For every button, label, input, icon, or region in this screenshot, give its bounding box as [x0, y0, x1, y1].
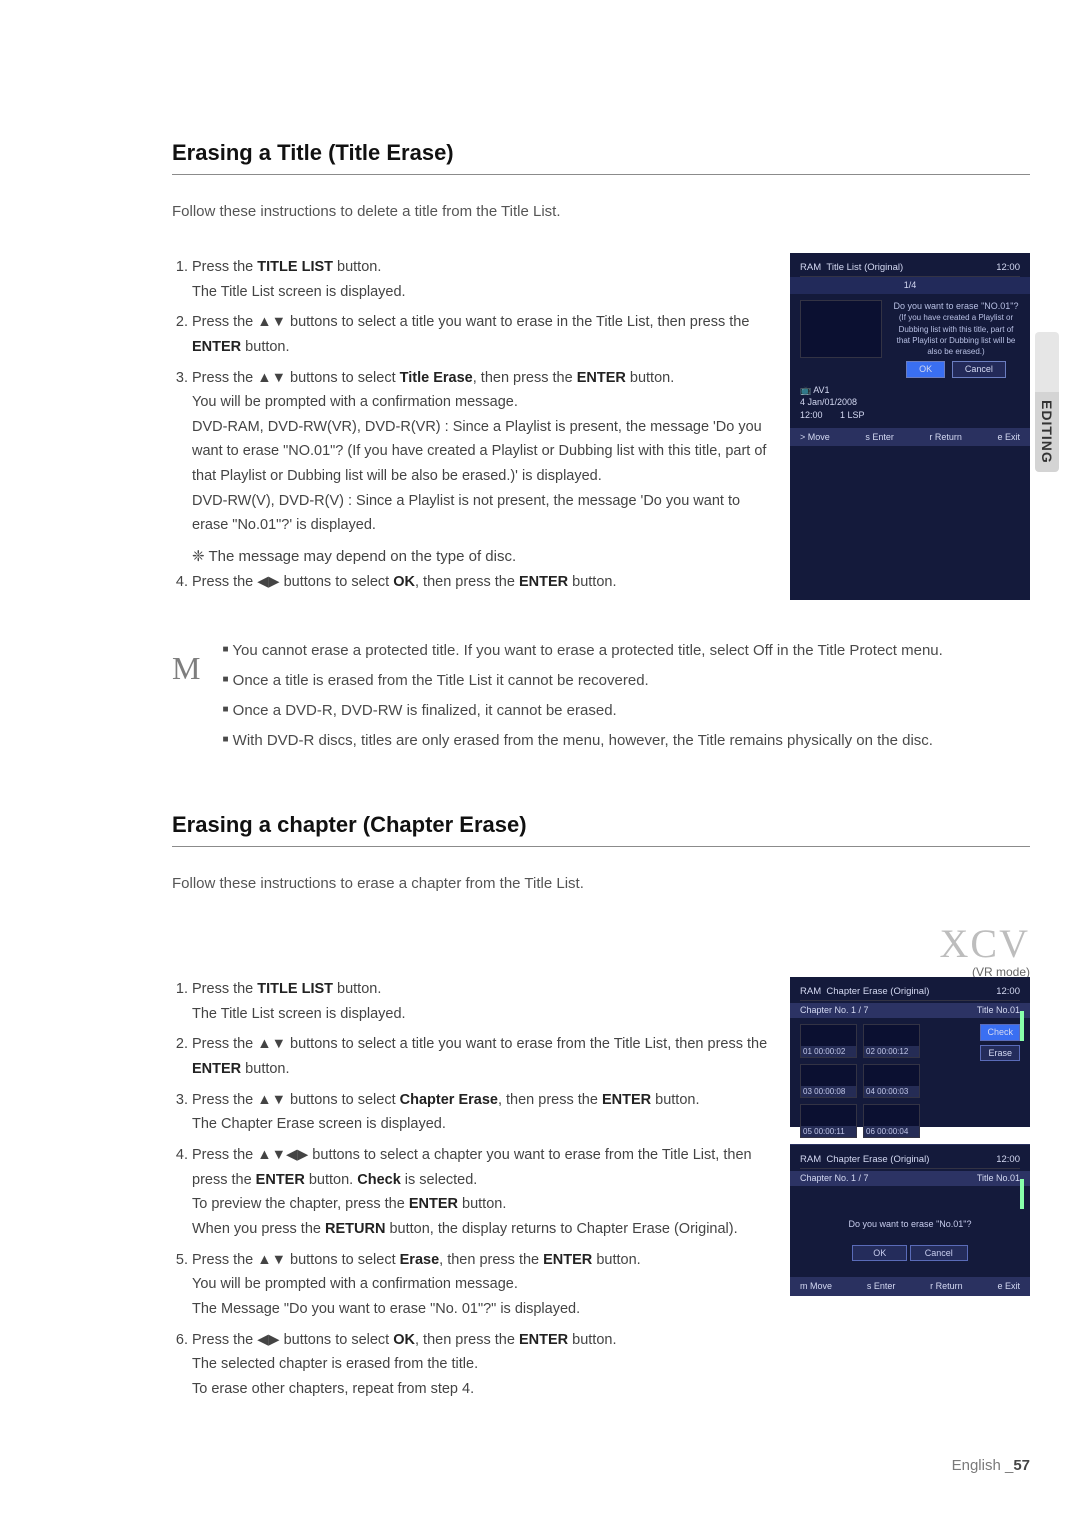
warning-notes: M ■ You cannot erase a protected title. …: [172, 636, 1030, 756]
step-1: Press the TITLE LIST button. The Title L…: [192, 255, 774, 304]
section2-steps: Press the TITLE LIST button. The Title L…: [172, 977, 774, 1407]
erase-button[interactable]: Erase: [980, 1045, 1020, 1062]
cancel-button[interactable]: Cancel: [952, 361, 1006, 378]
page-footer: English _57: [172, 1457, 1030, 1474]
ok-button[interactable]: OK: [852, 1245, 907, 1262]
chapter-erase-screenshot-b: RAM Chapter Erase (Original) 12:00 Chapt…: [790, 1145, 1030, 1295]
confirm-question: Do you want to erase "No.01"?: [800, 1218, 1020, 1231]
step-2: Press the ▲▼ buttons to select a title y…: [192, 310, 774, 359]
chapter-cell[interactable]: 01 00:00:02: [800, 1024, 857, 1058]
note-icon: M: [172, 636, 200, 756]
step-6: Press the ◀▶ buttons to select OK, then …: [192, 1328, 774, 1402]
thumbnail: [800, 300, 882, 358]
disc-badges-2: XCV: [172, 920, 1030, 967]
section2-intro: Follow these instructions to erase a cha…: [172, 875, 1030, 892]
chapter-cell[interactable]: 05 00:00:11: [800, 1104, 857, 1138]
nav-hints: > Move s Enter r Return e Exit: [790, 428, 1030, 447]
section1-title: Erasing a Title (Title Erase): [172, 140, 1030, 166]
ok-button[interactable]: OK: [906, 361, 945, 378]
title-erase-screenshot: RAM Title List (Original) 12:00 1/4 Do y…: [790, 253, 1030, 600]
section1-intro: Follow these instructions to delete a ti…: [172, 203, 1030, 220]
title-count: 1/4: [790, 277, 1030, 294]
chapter-cell[interactable]: 04 00:00:03: [863, 1064, 920, 1098]
step-5: Press the ▲▼ buttons to select Erase, th…: [192, 1248, 774, 1322]
disc-note: ❈ The message may depend on the type of …: [192, 544, 774, 570]
section-tab-label: EDITING: [1035, 392, 1059, 472]
divider: [172, 174, 1030, 175]
step-4: Press the ◀▶ buttons to select OK, then …: [192, 570, 774, 595]
section1-steps: Press the TITLE LIST button. The Title L…: [172, 255, 774, 600]
chapter-cell[interactable]: 02 00:00:12: [863, 1024, 920, 1058]
chapter-grid: 01 00:00:02 02 00:00:12 03 00:00:08 04 0…: [800, 1024, 974, 1138]
cancel-button[interactable]: Cancel: [910, 1245, 968, 1262]
chapter-cell[interactable]: 06 00:00:04: [863, 1104, 920, 1138]
step-1: Press the TITLE LIST button. The Title L…: [192, 977, 774, 1026]
step-3: Press the ▲▼ buttons to select Chapter E…: [192, 1088, 774, 1137]
step-2: Press the ▲▼ buttons to select a title y…: [192, 1032, 774, 1081]
section2-title: Erasing a chapter (Chapter Erase): [172, 812, 1030, 838]
step-4: Press the ▲▼◀▶ buttons to select a chapt…: [192, 1143, 774, 1242]
recording-meta: 📺 AV1 4 Jan/01/2008 12:00 1 LSP: [800, 384, 1020, 422]
nav-hints: m Move s Enter r Return e Exit: [790, 1277, 1030, 1296]
scrollbar[interactable]: [1020, 1179, 1024, 1209]
confirm-message: Do you want to erase "NO.01"? (If you ha…: [892, 300, 1020, 357]
scrollbar[interactable]: [1020, 1011, 1024, 1041]
chapter-erase-screenshot-a: RAM Chapter Erase (Original) 12:00 Chapt…: [790, 977, 1030, 1127]
check-button[interactable]: Check: [980, 1024, 1020, 1041]
divider: [172, 846, 1030, 847]
section-tab: EDITING: [1039, 332, 1055, 472]
step-3: Press the ▲▼ buttons to select Title Era…: [192, 366, 774, 538]
chapter-cell[interactable]: 03 00:00:08: [800, 1064, 857, 1098]
